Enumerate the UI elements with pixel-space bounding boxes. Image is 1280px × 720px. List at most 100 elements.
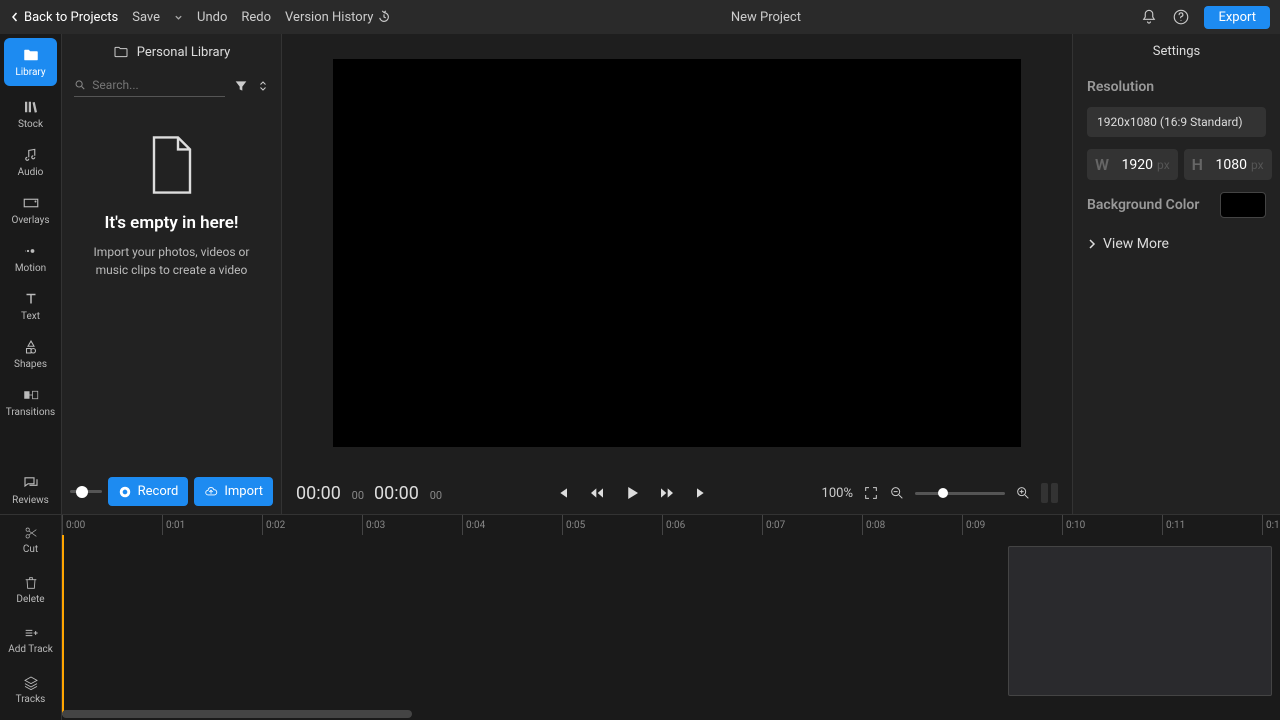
ruler-tick[interactable]: 0:00 [62,515,162,535]
ruler-tick[interactable]: 0:11 [1162,515,1262,535]
picture-in-picture-preview[interactable] [1008,546,1272,696]
sidebar-tab-reviews[interactable]: Reviews [0,466,61,514]
rewind-icon[interactable] [589,485,605,501]
search-box[interactable] [74,74,225,97]
search-input[interactable] [92,78,225,92]
redo-button[interactable]: Redo [241,10,271,25]
preview-area [282,34,1072,472]
chevron-left-icon [10,12,20,22]
back-label: Back to Projects [24,10,118,25]
ruler-tick[interactable]: 0:12 [1262,515,1280,535]
height-input[interactable] [1207,157,1247,173]
ruler-tick[interactable]: 0:05 [562,515,662,535]
chat-icon [22,474,40,492]
bg-swatch[interactable] [1220,192,1266,218]
sidebar-tab-overlays[interactable]: Overlays [0,186,61,234]
music-icon [22,146,40,164]
sidebar-tab-audio[interactable]: Audio [0,138,61,186]
width-field[interactable]: W px [1087,149,1178,180]
timeline-ruler[interactable]: 0:000:010:020:030:040:050:060:070:080:09… [62,515,1280,535]
trash-icon [23,575,39,591]
add-track-button[interactable]: Add Track [0,615,61,665]
sidebar-tab-text[interactable]: Text [0,282,61,330]
zoom-slider[interactable] [915,492,1005,495]
sort-icon[interactable] [257,80,269,92]
delete-button[interactable]: Delete [0,565,61,615]
timeline-scrollbar[interactable] [62,710,412,718]
add-track-icon [23,625,39,641]
bell-icon[interactable] [1140,8,1158,26]
preview-canvas[interactable] [333,59,1021,447]
ruler-tick[interactable]: 0:10 [1062,515,1162,535]
save-menu[interactable]: Save [132,10,160,25]
timeline: Cut Delete Add Track Tracks 0:000:010:02… [0,514,1280,720]
chevron-right-icon [1087,239,1097,249]
left-rail: Library Stock Audio Overlays Motion Text… [0,34,62,514]
current-time: 00:00 00 [296,483,364,504]
settings-panel: Settings Resolution 1920x1080 (16:9 Stan… [1072,34,1280,514]
filter-icon[interactable] [233,78,249,94]
skip-start-icon[interactable] [555,485,571,501]
search-icon [74,78,86,92]
help-icon[interactable] [1172,8,1190,26]
save-label: Save [132,10,160,25]
books-icon [22,98,40,116]
width-input[interactable] [1113,157,1153,173]
cloud-upload-icon [204,485,218,499]
shapes-icon [22,338,40,356]
ruler-tick[interactable]: 0:08 [862,515,962,535]
cut-button[interactable]: Cut [0,515,61,565]
center-area: 00:00 00 00:00 00 100% [282,34,1072,514]
import-button[interactable]: Import [194,477,273,506]
playhead[interactable] [62,535,64,715]
height-field[interactable]: H px [1184,149,1272,180]
ruler-tick[interactable]: 0:03 [362,515,462,535]
timeline-tools: Cut Delete Add Track Tracks [0,515,62,720]
tracks-button[interactable]: Tracks [0,665,61,715]
topbar: Back to Projects Save Undo Redo Version … [0,0,1280,34]
project-title[interactable]: New Project [405,10,1126,25]
library-empty-state: It's empty in here! Import your photos, … [62,105,281,469]
resolution-label: Resolution [1087,79,1266,95]
ruler-tick[interactable]: 0:07 [762,515,862,535]
library-panel: Personal Library It's empty in here! Imp… [62,34,282,514]
folder-icon [113,44,129,60]
ruler-tick[interactable]: 0:09 [962,515,1062,535]
transitions-icon [22,386,40,404]
sidebar-tab-stock[interactable]: Stock [0,90,61,138]
ruler-tick[interactable]: 0:04 [462,515,562,535]
empty-title: It's empty in here! [105,213,239,233]
sidebar-tab-library[interactable]: Library [4,38,57,86]
ruler-tick[interactable]: 0:06 [662,515,762,535]
ruler-tick[interactable]: 0:02 [262,515,362,535]
empty-subtitle: Import your photos, videos or music clip… [76,243,267,279]
resolution-select[interactable]: 1920x1080 (16:9 Standard) [1087,107,1266,137]
back-to-projects[interactable]: Back to Projects [10,10,118,25]
zoom-out-icon[interactable] [889,485,905,501]
play-icon[interactable] [623,484,641,502]
file-icon [148,135,196,195]
chevron-down-icon[interactable] [174,13,183,22]
text-icon [22,290,40,308]
scissors-icon [23,525,39,541]
layers-icon [23,675,39,691]
skip-end-icon[interactable] [693,485,709,501]
history-icon [377,10,391,24]
sidebar-tab-motion[interactable]: Motion [0,234,61,282]
zoom-in-icon[interactable] [1015,485,1031,501]
overlays-icon [22,194,40,212]
player-bar: 00:00 00 00:00 00 100% [282,472,1072,514]
forward-icon[interactable] [659,485,675,501]
version-history-button[interactable]: Version History [285,10,391,25]
export-button[interactable]: Export [1204,6,1270,29]
fullscreen-icon[interactable] [863,485,879,501]
library-header[interactable]: Personal Library [62,34,281,70]
volume-slider[interactable] [70,490,102,493]
sidebar-tab-transitions[interactable]: Transitions [0,378,61,426]
undo-button[interactable]: Undo [197,10,227,25]
ruler-tick[interactable]: 0:01 [162,515,262,535]
settings-title: Settings [1073,34,1280,69]
record-button[interactable]: Record [108,477,189,506]
view-more-toggle[interactable]: View More [1087,236,1266,252]
sidebar-tab-shapes[interactable]: Shapes [0,330,61,378]
